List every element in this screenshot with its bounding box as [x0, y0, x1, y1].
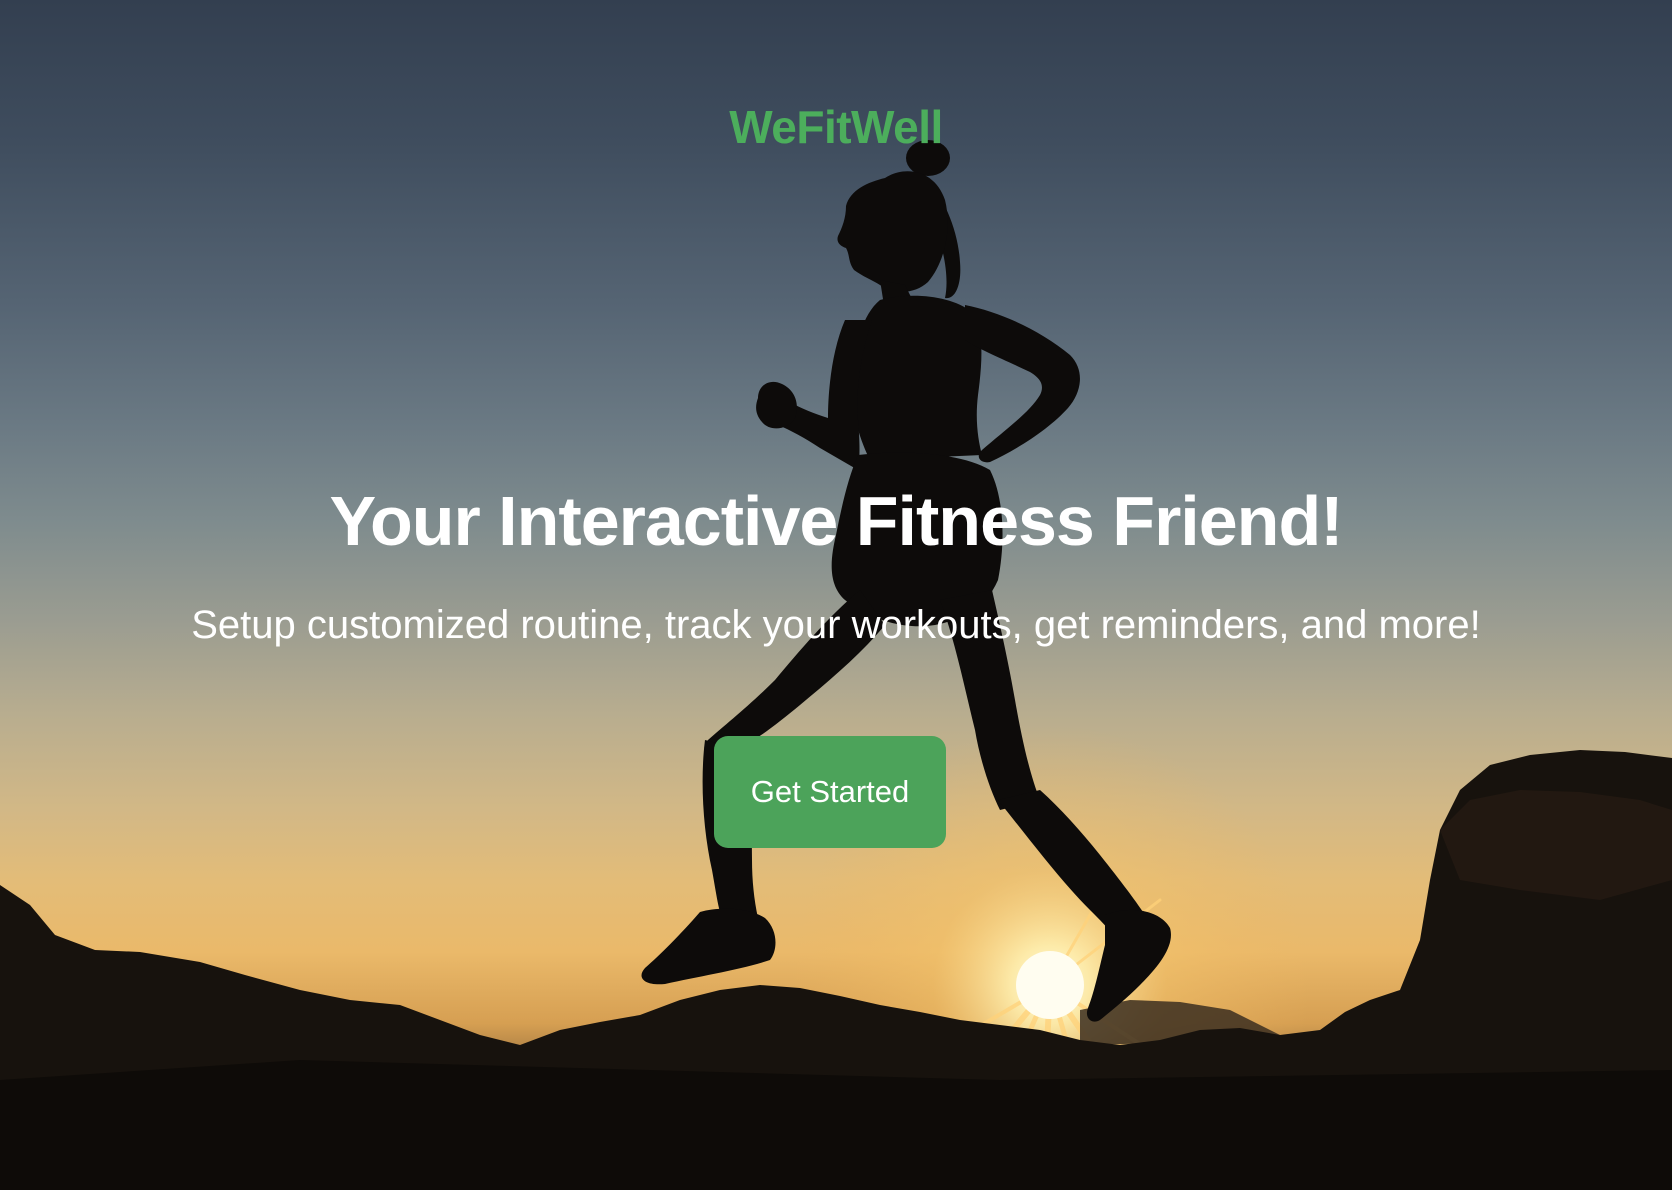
hero-section: WeFitWell Your Interactive Fitness Frien… — [0, 0, 1672, 1190]
sun — [1016, 951, 1084, 1019]
hero-subheadline: Setup customized routine, track your wor… — [191, 603, 1481, 647]
get-started-button[interactable]: Get Started — [714, 736, 946, 848]
hero-background-image — [0, 140, 1672, 1190]
brand-logo: WeFitWell — [729, 101, 943, 153]
hero-headline: Your Interactive Fitness Friend! — [329, 482, 1343, 560]
